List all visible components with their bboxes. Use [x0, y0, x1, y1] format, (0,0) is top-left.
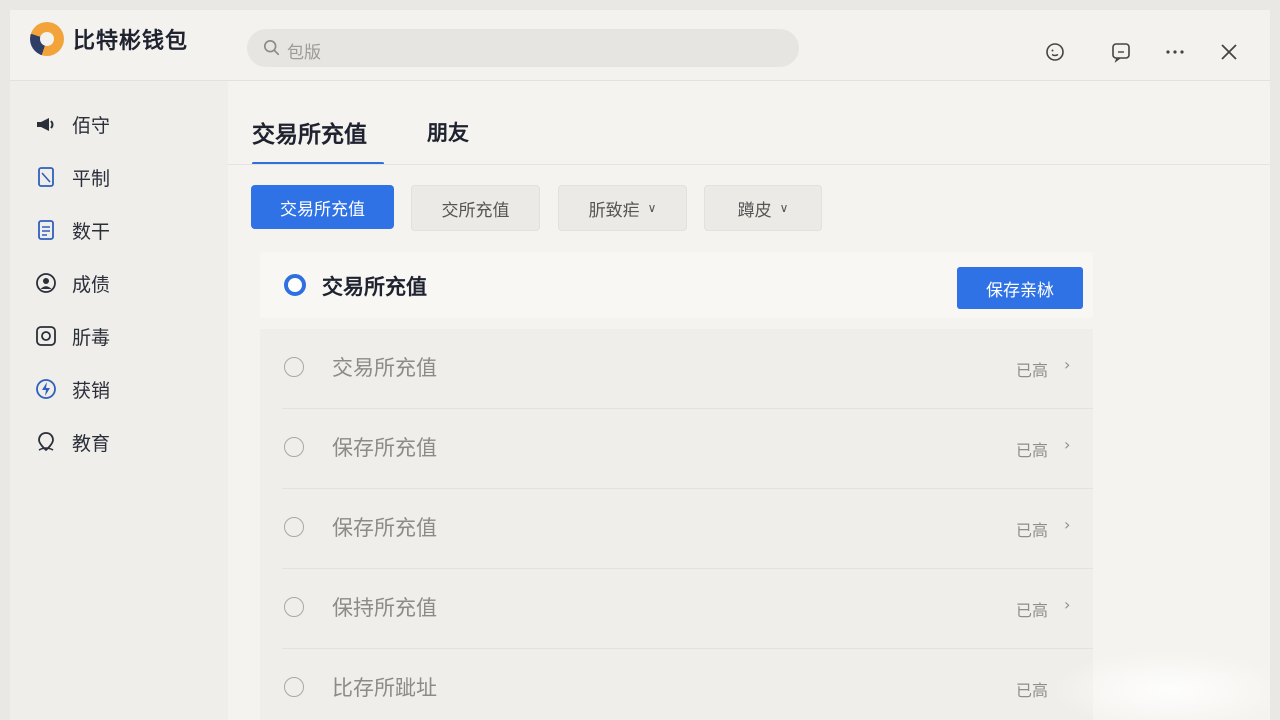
list-item[interactable]: 比存所跐址 已高: [260, 649, 1093, 720]
chevron-right-icon: ›: [1064, 435, 1071, 454]
close-icon[interactable]: [1217, 40, 1241, 64]
sidebar-item-label: 教育: [72, 432, 111, 455]
list-item-label: 交易所充值: [332, 356, 437, 380]
list-item-label: 保存所充值: [332, 516, 437, 540]
list-item[interactable]: 交易所充值 已高 ›: [260, 329, 1093, 409]
emoji-icon[interactable]: [1043, 40, 1067, 64]
radio-button[interactable]: [284, 597, 304, 617]
app-window: 比特彬钱包 包版 佰守 平制 数干 成债 肵毒 获销 教育 交易所充值 朋友 交…: [10, 10, 1270, 720]
sidebar-item-label: 获销: [72, 379, 111, 402]
save-button[interactable]: 保存亲栤: [957, 267, 1083, 309]
lightning-icon: [36, 379, 56, 399]
sidebar-item-0[interactable]: 佰守: [34, 108, 214, 140]
sidebar-item-4[interactable]: 肵毒: [34, 320, 214, 352]
radio-button[interactable]: [284, 677, 304, 697]
search-icon: [263, 39, 280, 56]
filter-dropdown-1[interactable]: 肵致疟 ∨: [558, 185, 687, 231]
filter-dropdown-2[interactable]: 蹲皮 ∨: [704, 185, 822, 231]
filter-chip-deposit[interactable]: 交所充值: [411, 185, 540, 231]
sidebar-item-label: 数干: [72, 220, 111, 243]
sidebar: 佰守 平制 数干 成债 肵毒 获销 教育: [10, 81, 228, 720]
list-item-status: 已高: [1016, 681, 1049, 700]
chevron-right-icon: ›: [1064, 595, 1071, 614]
selected-option-card[interactable]: 交易所充值 保存亲栤: [260, 252, 1093, 318]
list-item-status: 已高: [1016, 441, 1049, 460]
chat-icon[interactable]: [1109, 40, 1133, 64]
camera-icon: [36, 326, 56, 346]
list-item-label: 保存所充值: [332, 436, 437, 460]
tab-exchange-deposit[interactable]: 交易所充值: [252, 115, 367, 149]
list-item[interactable]: 保存所充值 已高 ›: [260, 409, 1093, 489]
chevron-right-icon: ›: [1064, 515, 1071, 534]
tabs-divider: [228, 164, 1270, 165]
list-item-label: 保持所充值: [332, 596, 437, 620]
sidebar-item-1[interactable]: 平制: [34, 161, 214, 193]
chevron-down-icon: ∨: [647, 201, 657, 215]
list-item-status: 已高: [1016, 521, 1049, 540]
chevron-down-icon: ∨: [779, 201, 789, 215]
megaphone-icon: [37, 118, 54, 131]
title-bar: 比特彬钱包 包版: [10, 10, 1270, 81]
sidebar-item-6[interactable]: 教育: [34, 426, 214, 458]
filter-chip-label: 交所充值: [441, 200, 510, 221]
sidebar-item-label: 佰守: [72, 114, 111, 137]
tag-icon: [38, 167, 54, 187]
filter-chip-exchange-deposit[interactable]: 交易所充值: [251, 185, 394, 229]
list-item-status: 已高: [1016, 601, 1049, 620]
sidebar-item-label: 平制: [72, 167, 111, 190]
main-content: 交易所充值 朋友 交易所充值 交所充值 肵致疟 ∨ 蹲皮 ∨ 交易所充值 保存亲…: [228, 81, 1270, 720]
user-circle-icon: [36, 273, 56, 293]
sidebar-item-label: 成债: [72, 273, 111, 296]
option-list: 交易所充值 已高 › 保存所充值 已高 › 保存所充值 已高 › 保持所充值 已…: [260, 329, 1093, 720]
document-icon: [38, 220, 54, 240]
location-icon: [38, 432, 54, 452]
app-title: 比特彬钱包: [73, 29, 189, 54]
search-placeholder: 包版: [287, 43, 321, 63]
selected-option-title: 交易所充值: [322, 275, 427, 299]
list-item[interactable]: 保存所充值 已高 ›: [260, 489, 1093, 569]
sidebar-item-2[interactable]: 数干: [34, 214, 214, 246]
filter-chip-label: 肵致疟: [588, 200, 640, 221]
sidebar-item-3[interactable]: 成债: [34, 267, 214, 299]
radio-button[interactable]: [284, 437, 304, 457]
filter-chip-label: 交易所充值: [280, 199, 365, 220]
filter-chip-label: 蹲皮: [737, 200, 772, 221]
list-item[interactable]: 保持所充值 已高 ›: [260, 569, 1093, 649]
radio-button[interactable]: [284, 357, 304, 377]
list-item-label: 比存所跐址: [332, 676, 437, 700]
sidebar-item-label: 肵毒: [72, 326, 111, 349]
sidebar-item-5[interactable]: 获销: [34, 373, 214, 405]
more-icon[interactable]: [1163, 40, 1187, 64]
chevron-right-icon: ›: [1064, 355, 1071, 374]
radio-selected[interactable]: [284, 274, 306, 296]
app-logo: [30, 22, 64, 56]
list-item-status: 已高: [1016, 361, 1049, 380]
radio-button[interactable]: [284, 517, 304, 537]
search-input[interactable]: 包版: [247, 29, 799, 67]
tab-friends[interactable]: 朋友: [427, 117, 469, 147]
